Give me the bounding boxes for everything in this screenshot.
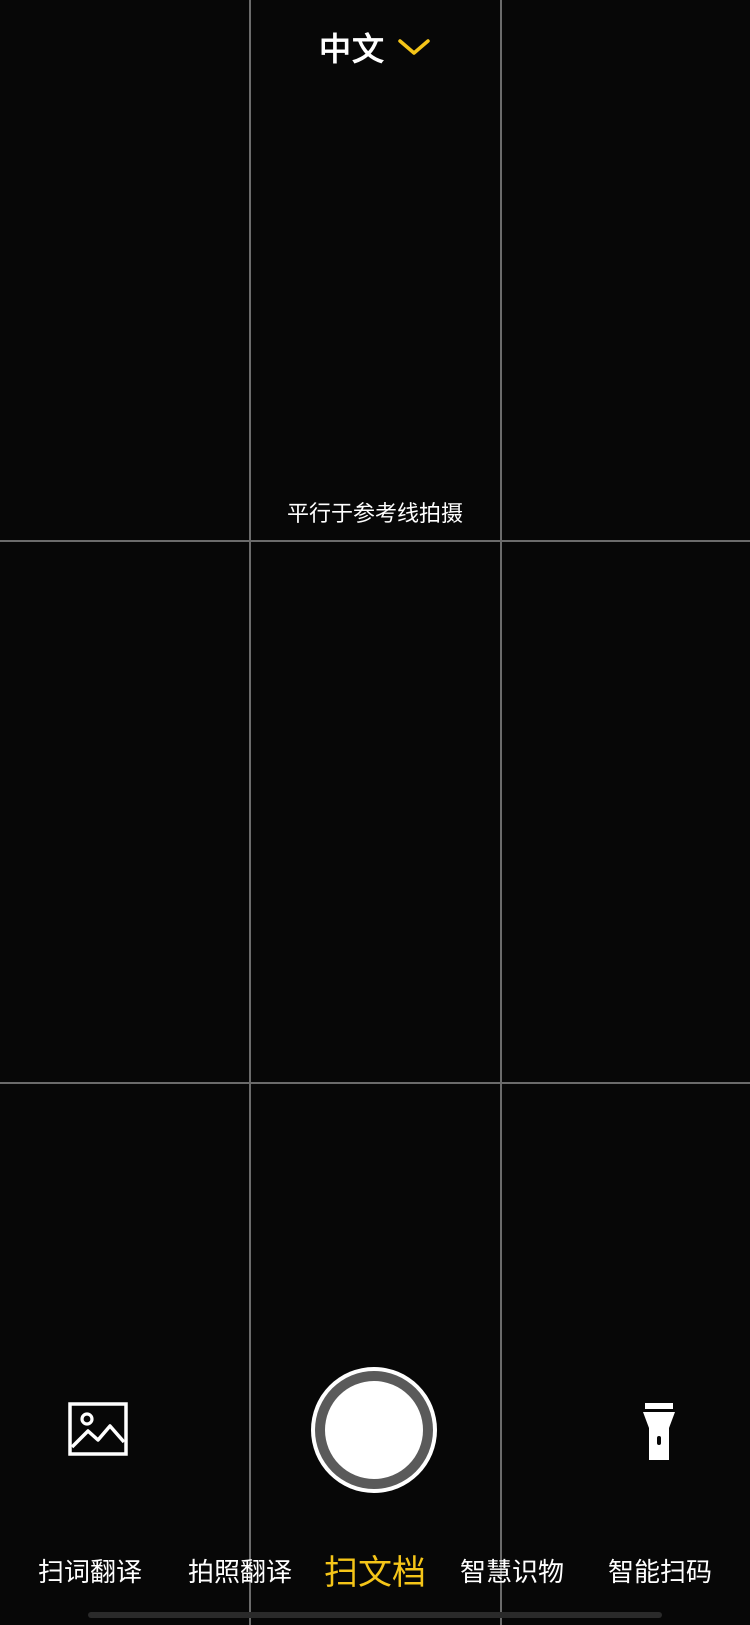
language-selector[interactable]: 中文 [0, 22, 750, 72]
image-gallery-icon [68, 1402, 128, 1456]
mode-smart-code-scan[interactable]: 智能扫码 [608, 1548, 712, 1598]
mode-photo-translate[interactable]: 拍照翻译 [188, 1548, 292, 1598]
flashlight-button[interactable] [636, 1402, 682, 1462]
mode-scan-document[interactable]: 扫文档 [324, 1548, 426, 1598]
camera-screen: 中文 平行于参考线拍摄 扫词翻译 拍照翻译 扫文档 智慧识物 智能扫码 [0, 0, 750, 1625]
language-label: 中文 [318, 30, 385, 68]
grid-line-horizontal [0, 540, 750, 542]
mode-word-scan-translate[interactable]: 扫词翻译 [38, 1548, 142, 1598]
grid-line-vertical [249, 0, 251, 1625]
mode-bar: 扫词翻译 拍照翻译 扫文档 智慧识物 智能扫码 [0, 1548, 750, 1598]
gallery-button[interactable] [68, 1402, 128, 1456]
grid-line-horizontal [0, 1082, 750, 1084]
shutter-button[interactable] [311, 1367, 437, 1493]
home-indicator[interactable] [88, 1612, 662, 1618]
shutter-core [325, 1381, 423, 1479]
chevron-down-icon [398, 39, 430, 55]
flashlight-icon [643, 1403, 675, 1460]
shutter-ring [315, 1371, 433, 1489]
mode-object-recognition[interactable]: 智慧识物 [460, 1548, 564, 1598]
viewfinder-hint: 平行于参考线拍摄 [286, 502, 463, 527]
grid-line-vertical [500, 0, 502, 1625]
